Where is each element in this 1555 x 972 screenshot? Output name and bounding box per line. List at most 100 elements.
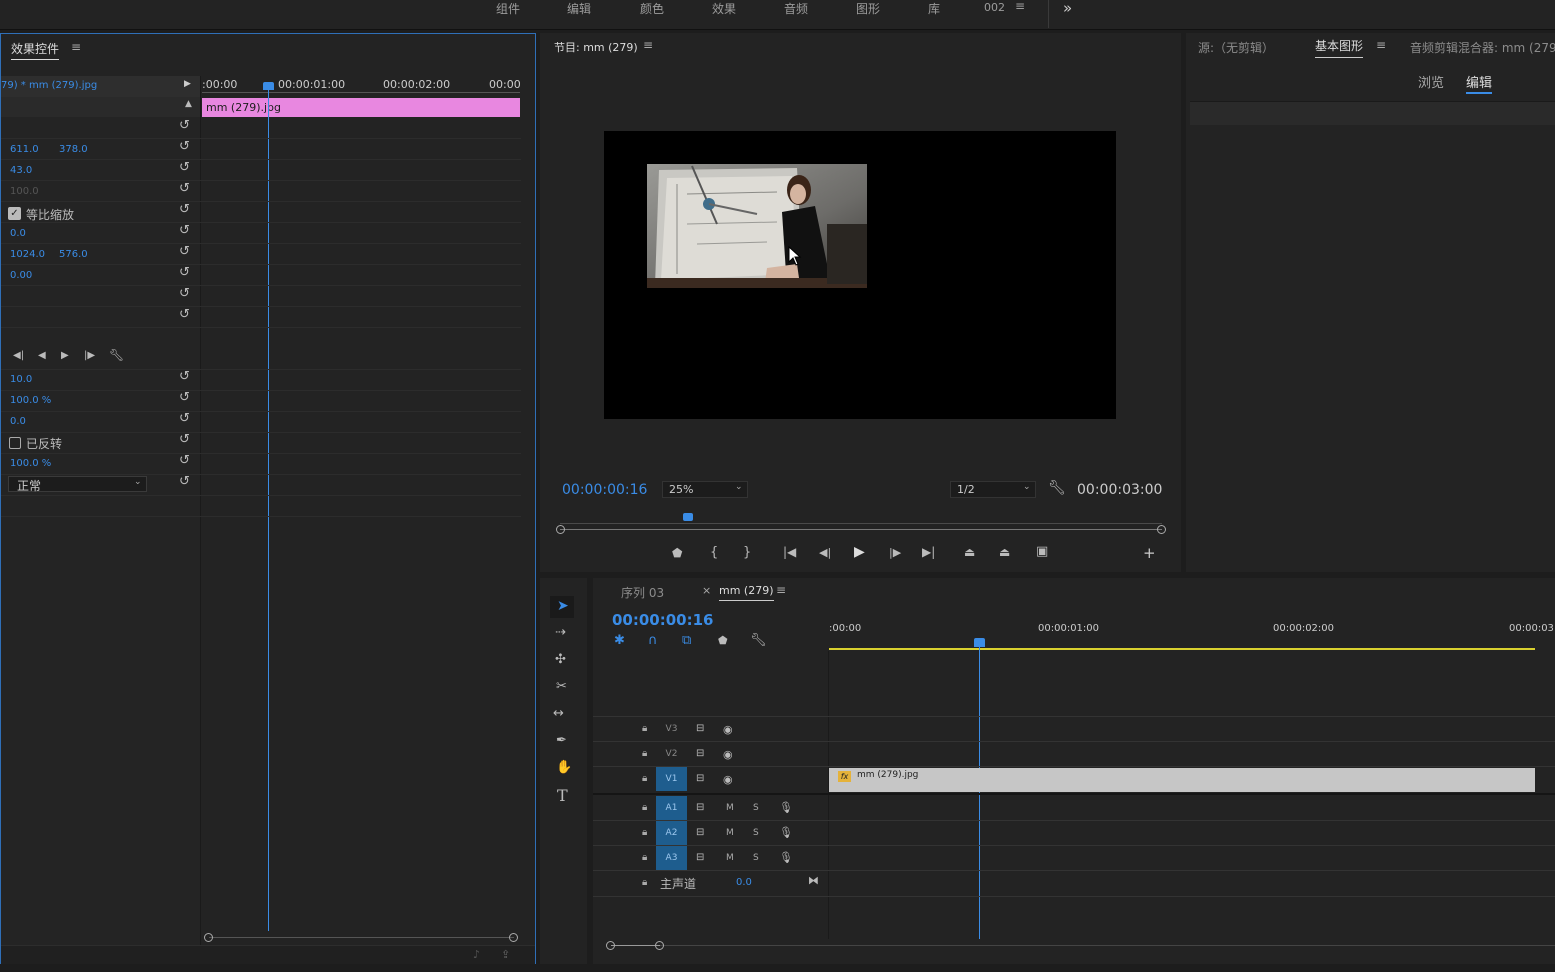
reset-icon[interactable]: ↺ [179, 307, 190, 322]
panel-menu-icon[interactable]: ≡ [1376, 38, 1386, 52]
play-icon[interactable]: ▶ [854, 544, 865, 560]
workspace-library[interactable]: 库 [928, 0, 940, 17]
go-to-in-icon[interactable]: |◀ [783, 545, 796, 559]
panel-menu-icon[interactable]: ≡ [776, 583, 786, 597]
feather-value[interactable]: 10.0 [10, 374, 32, 385]
microphone-icon[interactable]: 🎙︎ [779, 851, 793, 864]
resolution-select[interactable]: 1/2 ⌄ [950, 481, 1036, 498]
workspace-color[interactable]: 颜色 [640, 0, 664, 17]
workspace-menu-icon[interactable]: ≡ [1015, 0, 1025, 13]
eye-icon[interactable]: ◉ [723, 748, 733, 761]
effect-controls-tab[interactable]: 效果控件 [11, 40, 60, 60]
track-back-frame-icon[interactable]: ◀ [38, 350, 46, 361]
reset-icon[interactable]: ↺ [179, 369, 190, 384]
scroll-handle-left[interactable] [204, 933, 213, 942]
add-marker-icon[interactable]: ⬟ [672, 546, 682, 560]
lock-icon[interactable]: 🔒︎ [642, 748, 647, 759]
workspace-components[interactable]: 组件 [496, 0, 520, 17]
microphone-icon[interactable]: 🎙︎ [779, 801, 793, 814]
tab-audio-clip-mixer[interactable]: 音频剪辑混合器: mm (279 [1410, 39, 1555, 56]
go-to-out-icon[interactable]: ▶| [922, 545, 935, 559]
reset-icon[interactable]: ↺ [179, 474, 190, 489]
step-forward-icon[interactable]: |▶ [889, 546, 901, 559]
sync-lock-icon[interactable]: ⊟ [696, 802, 704, 813]
workspace-graphics[interactable]: 图形 [856, 0, 880, 17]
reset-icon[interactable]: ↺ [179, 244, 190, 259]
button-editor-plus-icon[interactable]: + [1143, 544, 1156, 562]
sync-lock-icon[interactable]: ⊟ [696, 723, 704, 734]
rotation-value[interactable]: 0.0 [10, 228, 26, 239]
reset-icon[interactable]: ↺ [179, 181, 190, 196]
reset-icon[interactable]: ↺ [179, 118, 190, 133]
pen-tool-icon[interactable]: ✒ [556, 733, 567, 748]
mute-button[interactable]: M [726, 803, 734, 813]
track-v3-label[interactable]: V3 [656, 717, 687, 741]
blend-mode-select[interactable]: 正常 ⌄ [8, 476, 147, 493]
lock-icon[interactable]: 🔒︎ [642, 877, 647, 888]
reset-icon[interactable]: ↺ [179, 202, 190, 217]
tab-source[interactable]: 源:（无剪辑） [1198, 39, 1274, 56]
position-y-value[interactable]: 378.0 [59, 144, 88, 155]
reset-icon[interactable]: ↺ [179, 139, 190, 154]
effect-clip-bar[interactable]: mm (279).jpg [202, 98, 520, 117]
workspace-audio[interactable]: 音频 [784, 0, 808, 17]
scroll-handle-right[interactable] [509, 933, 518, 942]
close-tab-icon[interactable]: × [702, 584, 711, 597]
track-forward-frame-icon[interactable]: ▶ [61, 350, 69, 361]
ripple-edit-tool-icon[interactable]: ✣ [555, 652, 566, 667]
workspace-active[interactable]: 002 [984, 1, 1005, 14]
subtab-browse[interactable]: 浏览 [1418, 72, 1444, 91]
sync-lock-icon[interactable]: ⊟ [696, 827, 704, 838]
tab-mm-279[interactable]: mm (279) [719, 584, 774, 601]
timeline-settings-wrench-icon[interactable]: 🔧︎ [750, 633, 767, 648]
lock-icon[interactable]: 🔒︎ [642, 852, 647, 863]
effect-mini-ruler[interactable]: :00:00 00:00:01:00 00:00:02:00 00:00 [202, 76, 535, 96]
linked-selection-icon[interactable]: ⧉ [682, 633, 691, 648]
track-select-tool-icon[interactable]: ⇢ [555, 625, 566, 640]
snap-magnet-icon[interactable]: ∩ [648, 633, 658, 648]
track-a3-label[interactable]: A3 [656, 846, 687, 870]
lock-icon[interactable]: 🔒︎ [642, 773, 647, 784]
timeline-ruler[interactable]: :00:00 00:00:01:00 00:00:02:00 00:00:03: [829, 618, 1555, 651]
anti-flicker-value[interactable]: 0.00 [10, 270, 32, 281]
anchor-y-value[interactable]: 576.0 [59, 249, 88, 260]
tab-sequence-03[interactable]: 序列 03 [621, 584, 664, 601]
nest-sequence-icon[interactable]: ✱ [614, 633, 625, 648]
track-a2-label[interactable]: A2 [656, 821, 687, 845]
step-back-icon[interactable]: ◀| [819, 546, 831, 559]
anchor-x-value[interactable]: 1024.0 [10, 249, 45, 260]
settings-wrench-icon[interactable]: 🔧︎ [1048, 480, 1066, 496]
timeline-scroll-handle-right[interactable] [655, 941, 664, 950]
workspace-overflow-icon[interactable]: » [1063, 0, 1072, 17]
track-a1-label[interactable]: A1 [656, 796, 687, 820]
eye-icon[interactable]: ◉ [723, 773, 733, 786]
reset-icon[interactable]: ↺ [179, 432, 190, 447]
lock-icon[interactable]: 🔒︎ [642, 802, 647, 813]
timeline-scrollbar-thumb[interactable] [611, 945, 660, 946]
reset-icon[interactable]: ↺ [179, 411, 190, 426]
lift-icon[interactable]: ⏏ [964, 545, 975, 559]
mask-expansion-value[interactable]: 0.0 [10, 416, 26, 427]
mark-out-icon[interactable]: } [743, 545, 751, 560]
timeline-timecode[interactable]: 00:00:00:16 [612, 611, 714, 629]
reset-icon[interactable]: ↺ [179, 390, 190, 405]
export-icon[interactable]: ⇪ [501, 948, 510, 961]
monitor-scrubber[interactable] [560, 513, 1162, 525]
sync-lock-icon[interactable]: ⊟ [696, 773, 704, 784]
type-tool-icon[interactable]: T [557, 786, 568, 805]
slip-tool-icon[interactable]: ↔ [553, 706, 564, 721]
mute-button[interactable]: M [726, 853, 734, 863]
workspace-effects[interactable]: 效果 [712, 0, 736, 17]
playhead-timecode[interactable]: 00:00:00:16 [562, 482, 647, 498]
export-frame-camera-icon[interactable]: ▣ [1036, 544, 1048, 559]
fx-badge[interactable]: fx [838, 771, 851, 782]
scale-value[interactable]: 43.0 [10, 165, 32, 176]
lock-icon[interactable]: 🔒︎ [642, 723, 647, 734]
uniform-scale-checkbox[interactable]: ✓ [8, 207, 21, 220]
panel-menu-icon[interactable]: ≡ [71, 40, 81, 54]
hand-tool-icon[interactable]: ✋ [556, 760, 572, 775]
extract-icon[interactable]: ⏏ [999, 545, 1010, 559]
video-canvas[interactable] [604, 131, 1116, 419]
inverted-checkbox[interactable] [9, 437, 21, 449]
opacity-value[interactable]: 100.0 % [10, 458, 51, 469]
